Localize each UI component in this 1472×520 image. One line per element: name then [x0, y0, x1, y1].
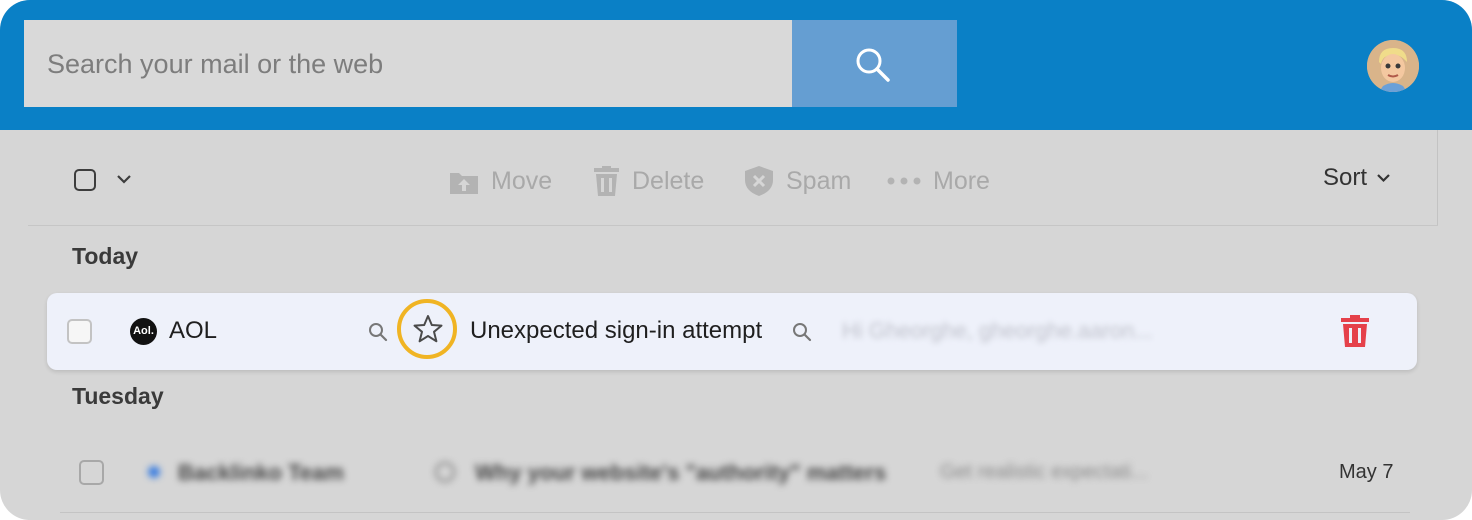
- star-icon: [413, 315, 443, 343]
- row-checkbox[interactable]: [79, 460, 104, 485]
- delete-email-icon[interactable]: [1340, 315, 1370, 347]
- chevron-down-icon: [1377, 174, 1390, 183]
- email-sender: AOL: [169, 317, 218, 344]
- delete-label: Delete: [632, 166, 705, 195]
- row-divider: [60, 512, 1410, 513]
- spam-label: Spam: [786, 166, 852, 195]
- user-avatar[interactable]: [1367, 40, 1419, 92]
- email-subject: Unexpected sign-in attempt: [470, 317, 763, 344]
- aol-logo-icon: Aol.: [130, 318, 157, 345]
- select-all-checkbox[interactable]: [74, 169, 96, 191]
- unread-dot: [148, 466, 160, 478]
- section-today: Today: [72, 243, 139, 269]
- sort-label: Sort: [1323, 164, 1368, 191]
- move-label: Move: [491, 166, 553, 195]
- chevron-down-icon[interactable]: [116, 173, 132, 185]
- sort-dropdown[interactable]: Sort: [1323, 164, 1391, 192]
- spam-shield-icon: [745, 166, 773, 196]
- star-icon[interactable]: [435, 462, 455, 482]
- move-button[interactable]: Move: [449, 166, 552, 196]
- more-button[interactable]: More: [887, 166, 990, 196]
- more-label: More: [933, 166, 990, 195]
- move-icon: [450, 173, 478, 194]
- email-sender: Backlinko Team: [178, 460, 344, 485]
- email-subject: Why your website's "authority" matters: [475, 460, 887, 485]
- mail-toolbar: Move Delete Spam More Sort: [28, 130, 1438, 226]
- email-row-aol[interactable]: Aol. AOL Unexpected sign-in attempt Hi G…: [47, 293, 1417, 370]
- search-input[interactable]: Search your mail or the web: [24, 20, 792, 107]
- email-preview: Get realistic expectati...: [940, 461, 1148, 483]
- email-preview: Hi Gheorghe, gheorghe.aaron...: [842, 318, 1153, 343]
- search-sender-icon[interactable]: [368, 322, 388, 342]
- more-dots-icon: [887, 177, 921, 185]
- top-header-bar: Search your mail or the web: [0, 0, 1472, 130]
- search-subject-icon[interactable]: [792, 322, 812, 342]
- section-tuesday: Tuesday: [72, 383, 164, 409]
- row-checkbox[interactable]: [67, 319, 92, 344]
- star-button[interactable]: [397, 299, 457, 359]
- email-date: May 7: [1339, 461, 1394, 483]
- delete-button[interactable]: Delete: [593, 166, 704, 196]
- email-row-backlinko[interactable]: Backlinko Team Why your website's "autho…: [60, 440, 1410, 510]
- search-button[interactable]: [792, 20, 957, 107]
- spam-button[interactable]: Spam: [744, 166, 851, 196]
- search-placeholder: Search your mail or the web: [47, 49, 384, 79]
- trash-icon: [594, 166, 619, 196]
- search-icon: [856, 48, 890, 82]
- mail-app-window: Search your mail or the web Move Delete …: [0, 0, 1472, 520]
